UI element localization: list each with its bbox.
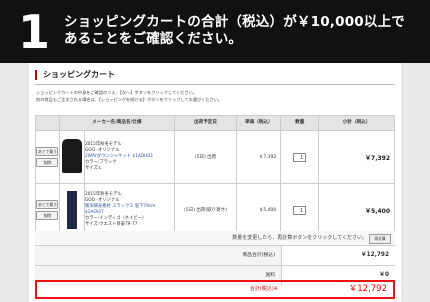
grand-total-value: ￥12,792 xyxy=(348,284,387,294)
buy-later-button[interactable]: あとで買う xyxy=(36,200,59,209)
grand-total-highlight: 合計(税込)※ ￥12,792 xyxy=(35,280,395,299)
item-subtotal: ￥7,392 xyxy=(318,130,395,184)
screenshot-frame: ショッピングカート ショッピングカートの中身をご確認のうえ、【次へ】ボタンをクリ… xyxy=(0,63,430,302)
instruction-text: ショッピングカートの合計（税込）が￥10,000以上で あることをご確認ください… xyxy=(64,14,405,48)
step-number: 1 xyxy=(18,5,51,59)
item-ship-date: (5日) 出荷(取り寄せ) xyxy=(173,183,238,237)
table-row: あとで買う 削除 2015年秋冬モデル GOO -オリジナル 暖深細身素材 スラ… xyxy=(35,183,395,237)
product-total-value: ￥12,792 xyxy=(360,252,389,258)
recalc-note: 数量を変更したら、再計算ボタンをクリックしてください。 再計算 xyxy=(35,231,395,245)
intro-line-2: 他の商品もご注文される場合は、【ショッピングを続ける】ボタンをクリックしてお選び… xyxy=(36,96,223,102)
cart-page: ショッピングカート ショッピングカートの中身をご確認のうえ、【次へ】ボタンをクリ… xyxy=(29,63,401,302)
item-image[interactable] xyxy=(58,130,85,184)
table-header-row: メーカー名/商品名/仕様 出荷予定日 単価（税込） 数量 小計（税込） xyxy=(35,115,395,131)
intro-line-1: ショッピングカートの中身をご確認のうえ、【次へ】ボタンをクリックしてください。 xyxy=(36,90,197,95)
item-size: サイズ:L xyxy=(84,166,102,171)
grand-total-label: 合計(税込)※ xyxy=(249,286,278,292)
header-subtotal: 小計（税込） xyxy=(318,115,395,131)
cart-table: メーカー名/商品名/仕様 出荷予定日 単価（税込） 数量 小計（税込） あとで買… xyxy=(35,115,395,237)
page-title: ショッピングカート xyxy=(35,70,115,80)
instruction-banner: 1 ショッピングカートの合計（税込）が￥10,000以上で あることをご確認くだ… xyxy=(0,0,430,63)
quantity-cell: 1 xyxy=(280,183,320,237)
item-subtotal: ￥5,400 xyxy=(318,183,395,237)
item-image[interactable] xyxy=(58,183,85,237)
header-actions xyxy=(35,115,60,131)
header-quantity: 数量 xyxy=(280,115,320,131)
item-actions: あとで買う 削除 xyxy=(35,183,60,237)
item-actions: あとで買う 削除 xyxy=(35,130,60,184)
buy-later-button[interactable]: あとで買う xyxy=(36,147,59,156)
header-unit-price: 単価（税込） xyxy=(236,115,282,131)
product-total-row: 商品合計(税込) ￥12,792 xyxy=(35,245,395,265)
instruction-line-2: あることをご確認ください。 xyxy=(64,31,243,47)
item-size: サイズ:ウエスト目安79-77 xyxy=(84,222,138,227)
header-ship-date: 出荷予定日 xyxy=(173,115,238,131)
recalc-note-text: 数量を変更したら、再計算ボタンをクリックしてください。 xyxy=(232,235,367,241)
title-divider xyxy=(35,84,395,85)
cart-summary: 数量を変更したら、再計算ボタンをクリックしてください。 再計算 商品合計(税込)… xyxy=(35,231,395,285)
quantity-input[interactable]: 1 xyxy=(293,152,307,162)
instruction-line-1: ショッピングカートの合計（税込）が￥10,000以上で xyxy=(64,14,405,30)
slacks-photo[interactable] xyxy=(62,191,82,229)
recalc-button[interactable]: 再計算 xyxy=(369,234,391,244)
delete-button[interactable]: 削除 xyxy=(36,211,59,220)
item-unit-price: ￥7,392 xyxy=(236,130,282,184)
item-unit-price: ￥5,400 xyxy=(236,183,282,237)
item-description: 2015年秋冬モデル GOO -オリジナル 2WAYダウンジャケット $1ADU… xyxy=(83,130,175,184)
item-name-link[interactable]: 暖深細身素材 スラックス 股下79cm $1AFA07 xyxy=(85,204,174,216)
jacket-photo[interactable] xyxy=(61,139,82,177)
cart-intro: ショッピングカートの中身をご確認のうえ、【次へ】ボタンをクリックしてください。 … xyxy=(36,90,222,103)
quantity-input[interactable]: 1 xyxy=(293,205,307,215)
header-product: メーカー名/商品名/仕様 xyxy=(58,115,175,131)
table-row: あとで買う 削除 2015年秋冬モデル GOO -オリジナル 2WAYダウンジャ… xyxy=(35,130,395,184)
quantity-cell: 1 xyxy=(280,130,320,184)
item-description: 2015年秋冬モデル GOO -オリジナル 暖深細身素材 スラックス 股下79c… xyxy=(83,183,175,237)
product-total-label: 商品合計(税込) xyxy=(35,246,282,265)
item-ship-date: (5日) 出荷 xyxy=(173,130,238,184)
delete-button[interactable]: 削除 xyxy=(36,158,59,167)
